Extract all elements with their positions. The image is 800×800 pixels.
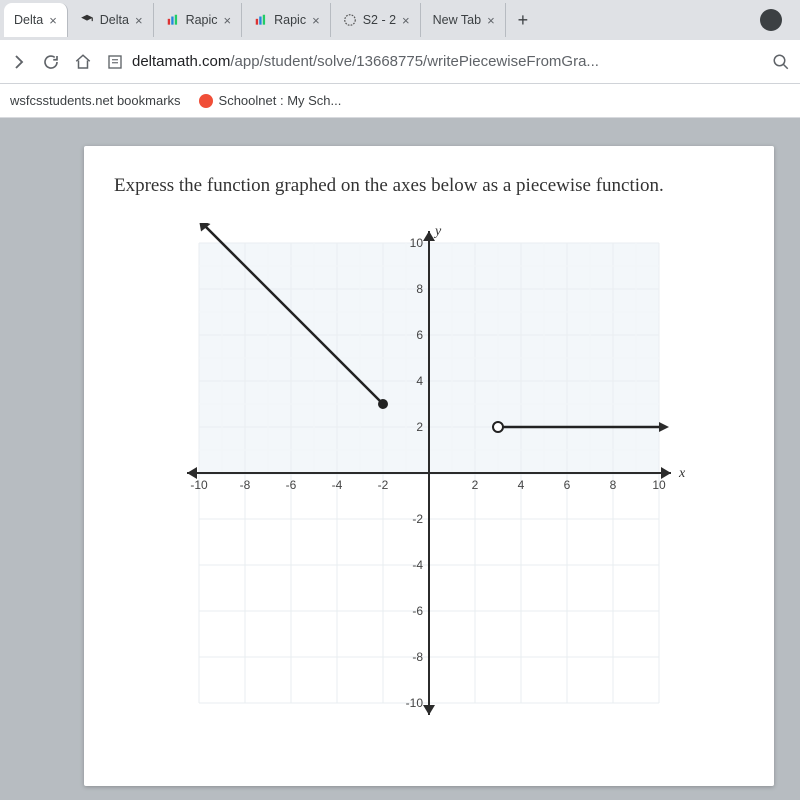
address-text: deltamath.com/app/student/solve/13668775… xyxy=(132,53,599,70)
profile-avatar[interactable] xyxy=(760,9,782,31)
close-icon[interactable]: × xyxy=(402,13,410,28)
svg-text:x: x xyxy=(678,466,686,481)
tab-label: Delta xyxy=(14,13,43,27)
svg-text:-8: -8 xyxy=(240,478,251,492)
graph: -10 -8 -6 -4 -2 2 4 6 8 10 10 8 6 4 2 - xyxy=(169,223,689,723)
close-icon[interactable]: × xyxy=(224,13,232,28)
bookmark-wsfcs[interactable]: wsfcsstudents.net bookmarks xyxy=(10,93,181,108)
bookmark-label: wsfcsstudents.net bookmarks xyxy=(10,93,181,108)
closed-endpoint-icon xyxy=(378,399,388,409)
tab-label: Delta xyxy=(100,13,129,27)
close-icon[interactable]: × xyxy=(49,13,57,28)
svg-text:6: 6 xyxy=(564,478,571,492)
tab-label: New Tab xyxy=(433,13,481,27)
graduation-cap-icon xyxy=(80,13,94,27)
problem-card: Express the function graphed on the axes… xyxy=(84,146,774,786)
bookmark-schoolnet[interactable]: Schoolnet : My Sch... xyxy=(199,93,342,108)
svg-text:-6: -6 xyxy=(412,604,423,618)
tab-delta-1[interactable]: Delta × xyxy=(4,3,68,37)
tab-label: Rapic xyxy=(274,13,306,27)
bookmark-label: Schoolnet : My Sch... xyxy=(219,93,342,108)
svg-text:-2: -2 xyxy=(412,512,423,526)
svg-text:4: 4 xyxy=(518,478,525,492)
svg-text:-8: -8 xyxy=(412,650,423,664)
svg-text:10: 10 xyxy=(410,236,424,250)
forward-icon[interactable] xyxy=(10,53,28,71)
tab-delta-2[interactable]: Delta × xyxy=(70,3,154,37)
tab-s2[interactable]: S2 - 2 × xyxy=(333,3,421,37)
close-icon[interactable]: × xyxy=(312,13,320,28)
close-icon[interactable]: × xyxy=(487,13,495,28)
svg-text:-4: -4 xyxy=(412,558,423,572)
svg-text:2: 2 xyxy=(416,420,423,434)
bookmarks-bar: wsfcsstudents.net bookmarks Schoolnet : … xyxy=(0,84,800,118)
tab-rapic-1[interactable]: Rapic × xyxy=(156,3,243,37)
address-bar[interactable]: deltamath.com/app/student/solve/13668775… xyxy=(106,53,758,71)
bars-icon xyxy=(166,13,180,27)
bars-icon xyxy=(254,13,268,27)
tab-rapic-2[interactable]: Rapic × xyxy=(244,3,331,37)
svg-text:6: 6 xyxy=(416,328,423,342)
svg-text:-6: -6 xyxy=(286,478,297,492)
schoolnet-icon xyxy=(199,94,213,108)
svg-text:-4: -4 xyxy=(332,478,343,492)
svg-text:-10: -10 xyxy=(406,696,424,710)
svg-text:-10: -10 xyxy=(190,478,208,492)
svg-text:4: 4 xyxy=(416,374,423,388)
site-info-icon[interactable] xyxy=(106,53,124,71)
tab-new[interactable]: New Tab × xyxy=(423,3,506,37)
zoom-icon[interactable] xyxy=(772,53,790,71)
gear-icon xyxy=(343,13,357,27)
browser-toolbar: deltamath.com/app/student/solve/13668775… xyxy=(0,40,800,84)
svg-text:-2: -2 xyxy=(378,478,389,492)
home-icon[interactable] xyxy=(74,53,92,71)
reload-icon[interactable] xyxy=(42,53,60,71)
tab-label: Rapic xyxy=(186,13,218,27)
tab-strip: Delta × Delta × Rapic × Rapic × S2 - 2 ×… xyxy=(0,0,800,40)
close-icon[interactable]: × xyxy=(135,13,143,28)
svg-text:8: 8 xyxy=(610,478,617,492)
open-endpoint-icon xyxy=(493,422,503,432)
page-background: Express the function graphed on the axes… xyxy=(0,118,800,800)
tab-label: S2 - 2 xyxy=(363,13,396,27)
graph-svg: -10 -8 -6 -4 -2 2 4 6 8 10 10 8 6 4 2 - xyxy=(169,223,689,723)
svg-text:y: y xyxy=(433,224,442,239)
problem-prompt: Express the function graphed on the axes… xyxy=(114,172,744,201)
svg-text:8: 8 xyxy=(416,282,423,296)
svg-text:10: 10 xyxy=(652,478,666,492)
new-tab-button[interactable]: + xyxy=(508,10,539,31)
svg-text:2: 2 xyxy=(472,478,479,492)
